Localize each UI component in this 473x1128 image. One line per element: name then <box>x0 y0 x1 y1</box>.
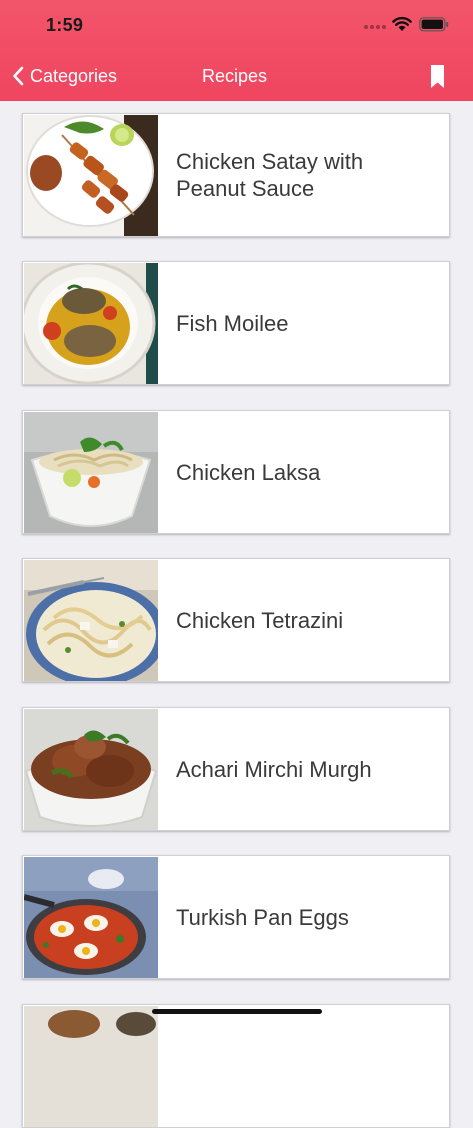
partially-visible-recipe-photo <box>24 1006 158 1127</box>
back-button-label: Categories <box>30 65 118 86</box>
chicken-tetrazini-photo <box>24 560 158 681</box>
recipe-title <box>176 1005 436 1127</box>
recipe-title: Chicken Tetrazini <box>176 607 344 633</box>
status-time: 1:59 <box>46 15 84 35</box>
wifi-icon <box>392 16 412 31</box>
recipe-card[interactable] <box>22 1004 450 1128</box>
recipe-title: Achari Mirchi Murgh <box>176 756 372 782</box>
cellular-signal-icon <box>364 25 386 29</box>
recipe-title: Chicken Laksa <box>176 459 321 485</box>
chevron-left-icon <box>13 66 24 86</box>
recipe-title: Chicken Satay with Peanut Sauce <box>176 149 364 201</box>
achari-mirchi-murgh-photo <box>24 709 158 830</box>
recipe-card[interactable]: Turkish Pan Eggs <box>22 855 450 979</box>
back-button[interactable]: Categories <box>12 62 117 90</box>
navigation-bar: Categories Recipes <box>0 55 473 99</box>
recipe-card[interactable]: Chicken Satay with Peanut Sauce <box>22 113 450 237</box>
recipe-card[interactable]: Achari Mirchi Murgh <box>22 707 450 831</box>
fish-moilee-photo <box>24 263 158 384</box>
recipe-card[interactable]: Fish Moilee <box>22 261 450 385</box>
chicken-satay-photo <box>24 115 158 236</box>
app-header: 1:59 Categories Recipes <box>0 0 473 101</box>
recipe-card[interactable]: Chicken Tetrazini <box>22 558 450 682</box>
battery-icon <box>419 17 449 32</box>
home-indicator[interactable] <box>152 1009 322 1014</box>
recipe-title: Turkish Pan Eggs <box>176 904 349 930</box>
bookmark-icon[interactable] <box>428 62 448 92</box>
page-title: Recipes <box>202 66 268 86</box>
recipe-title: Fish Moilee <box>176 310 289 336</box>
turkish-pan-eggs-photo <box>24 857 158 978</box>
recipe-card[interactable]: Chicken Laksa <box>22 410 450 534</box>
status-bar: 1:59 <box>0 0 473 50</box>
chicken-laksa-photo <box>24 412 158 533</box>
